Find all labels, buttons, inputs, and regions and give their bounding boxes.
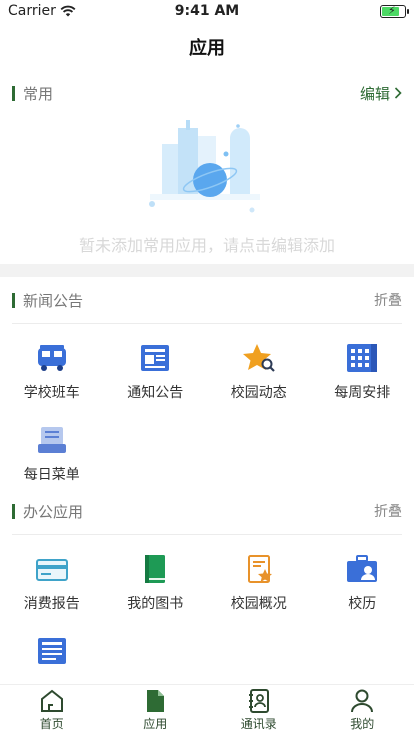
tab-contacts[interactable]: 通讯录 <box>207 685 311 736</box>
tab-label: 首页 <box>39 717 64 731</box>
app-page: Carrier 9:41 AM ⚡ 应用 常用 编辑 暂未添加常用应用，请点击编… <box>0 0 414 736</box>
app-label: 每周安排 <box>334 385 391 401</box>
battery-icon: ⚡ <box>380 4 409 18</box>
user-icon <box>351 689 374 713</box>
section-marker <box>12 85 15 101</box>
news-section-title: 新闻公告 <box>23 291 84 310</box>
status-bar: Carrier 9:41 AM ⚡ <box>0 0 414 24</box>
app-my-books[interactable]: 我的图书 <box>104 535 208 617</box>
tab-home[interactable]: 首页 <box>0 685 104 736</box>
tab-label: 我的 <box>350 717 375 731</box>
bus-icon <box>37 345 66 371</box>
tab-apps[interactable]: 应用 <box>104 685 208 736</box>
common-section-title: 常用 <box>23 84 54 103</box>
app-label: 通知公告 <box>127 385 184 401</box>
status-time: 9:41 AM <box>174 3 240 19</box>
menu-tray-icon <box>37 427 66 453</box>
app-label: 每日菜单 <box>23 467 80 483</box>
tab-label: 应用 <box>143 717 168 731</box>
app-notices[interactable]: 通知公告 <box>104 324 208 406</box>
document-list-icon <box>37 638 66 664</box>
empty-hint-text: 暂未添加常用应用，请点击编辑添加 <box>78 236 335 255</box>
app-school-bus[interactable]: 学校班车 <box>0 324 104 406</box>
app-label: 我的图书 <box>127 596 184 612</box>
edit-button[interactable]: 编辑 <box>360 83 402 104</box>
app-label: 校园概况 <box>230 596 287 612</box>
app-label: 校园动态 <box>230 385 287 401</box>
tab-bar: 首页 应用 通讯录 我的 <box>0 684 414 736</box>
empty-city-illustration <box>149 120 260 213</box>
star-search-icon <box>242 344 275 372</box>
news-collapse-button[interactable]: 折叠 <box>374 290 402 310</box>
section-marker <box>12 503 15 519</box>
news-grid: 学校班车 通知公告 校园动态 每周安排 每日菜单 <box>0 324 414 488</box>
section-gap <box>0 264 414 277</box>
card-icon <box>35 559 68 581</box>
app-label: 消费报告 <box>23 596 80 612</box>
app-campus-news[interactable]: 校园动态 <box>207 324 311 406</box>
book-icon <box>145 555 166 583</box>
app-label: 学校班车 <box>23 385 80 401</box>
file-icon <box>147 690 165 712</box>
page-title: 应用 <box>189 38 225 59</box>
office-collapse-button[interactable]: 折叠 <box>374 501 402 521</box>
section-marker <box>12 292 15 308</box>
chevron-right-icon <box>394 87 402 99</box>
common-empty-area: 暂未添加常用应用，请点击编辑添加 <box>0 116 414 264</box>
tab-label: 通讯录 <box>240 717 277 731</box>
contacts-icon <box>248 689 269 713</box>
app-label: 校历 <box>348 596 377 612</box>
calendar-icon <box>347 344 378 372</box>
home-icon <box>40 689 63 712</box>
app-daily-menu[interactable]: 每日菜单 <box>0 406 104 488</box>
app-weekly-schedule[interactable]: 每周安排 <box>311 324 414 406</box>
briefcase-user-icon <box>347 555 378 582</box>
newspaper-icon <box>141 345 170 371</box>
document-star-icon <box>247 555 272 583</box>
office-grid: 消费报告 我的图书 校园概况 校历 <box>0 535 414 699</box>
office-section-header: 办公应用 折叠 <box>0 488 414 534</box>
tab-profile[interactable]: 我的 <box>311 685 414 736</box>
office-section-title: 办公应用 <box>23 502 84 521</box>
news-section-header: 新闻公告 折叠 <box>0 277 414 323</box>
edit-label: 编辑 <box>359 84 390 103</box>
app-campus-overview[interactable]: 校园概况 <box>207 535 311 617</box>
app-expense-report[interactable]: 消费报告 <box>0 535 104 617</box>
common-section-header: 常用 编辑 <box>0 70 414 116</box>
app-school-calendar[interactable]: 校历 <box>311 535 414 617</box>
